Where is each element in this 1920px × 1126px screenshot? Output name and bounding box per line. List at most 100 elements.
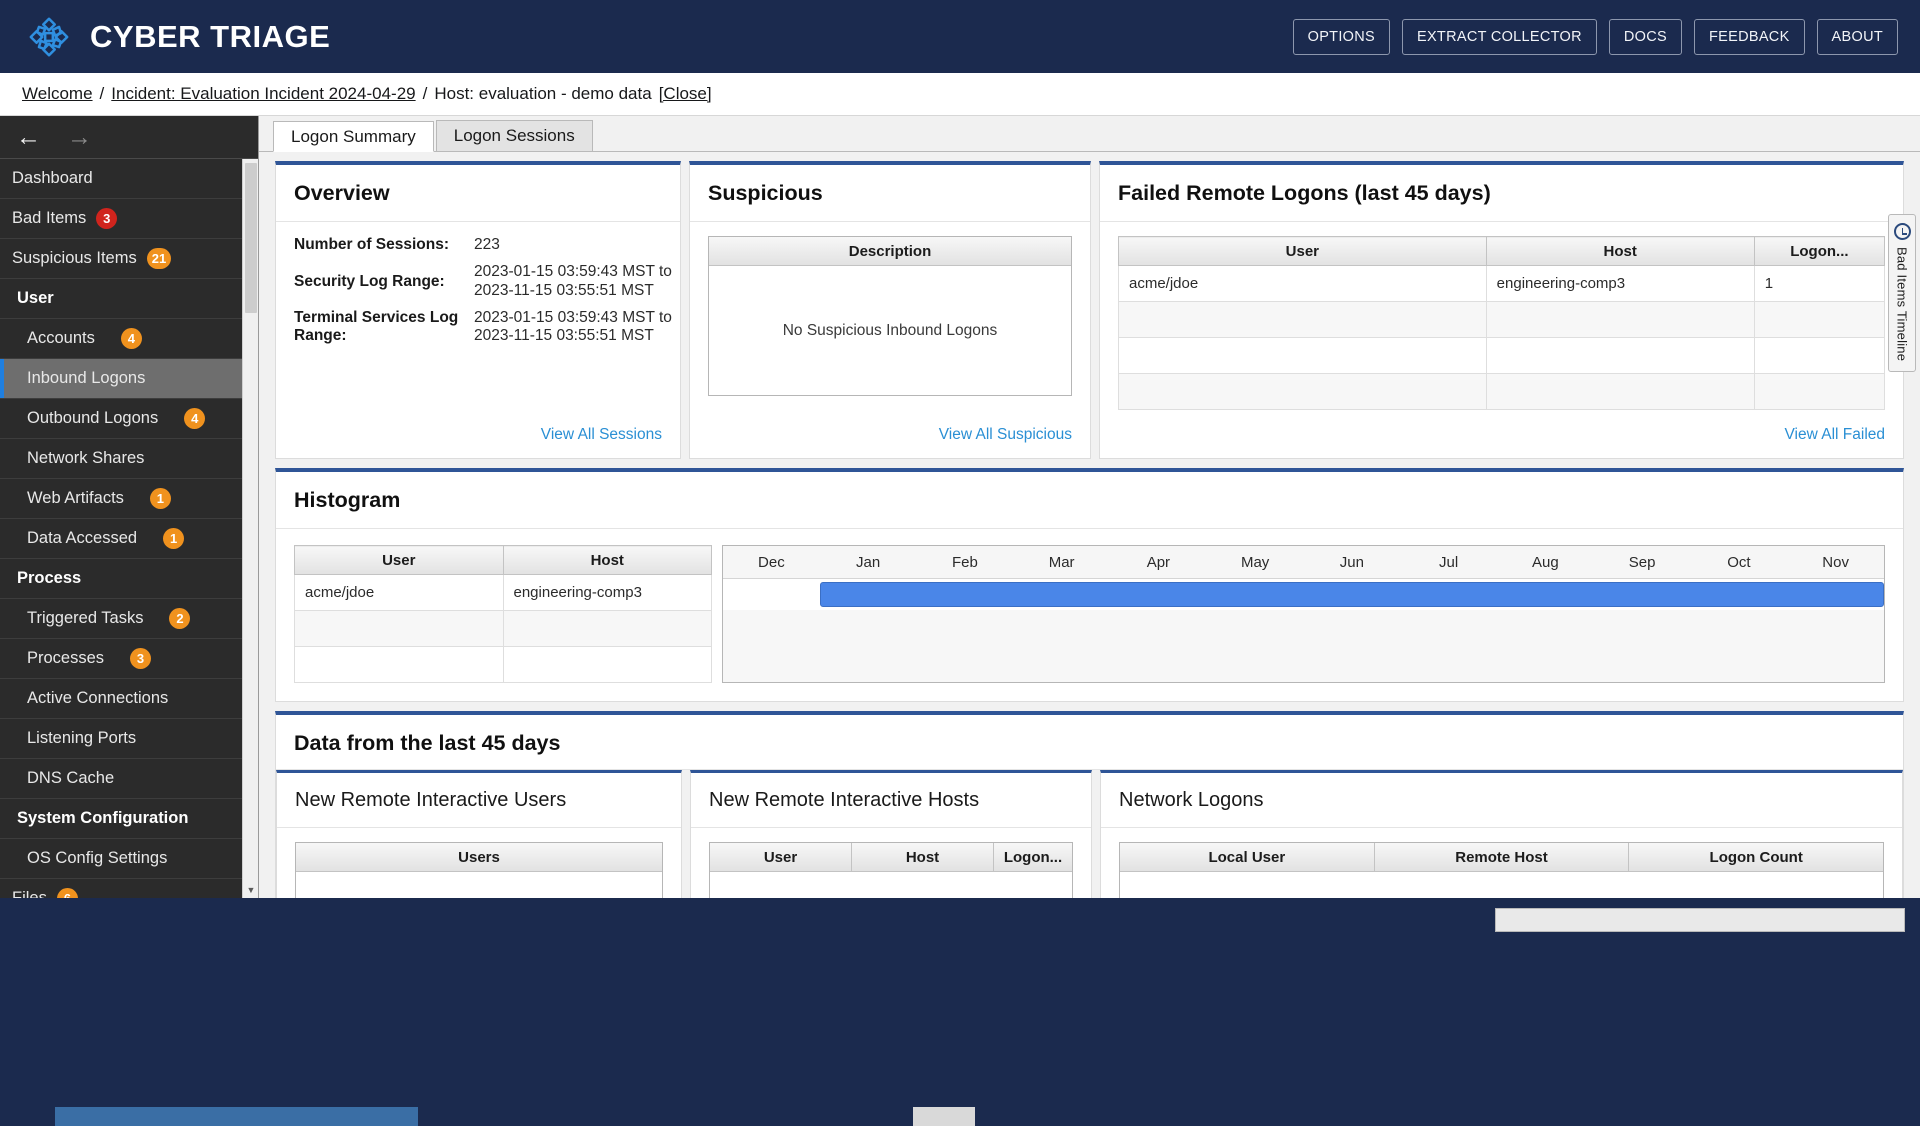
failed-remote-card-header: Failed Remote Logons (last 45 days) — [1100, 165, 1903, 222]
clock-icon — [1893, 223, 1911, 240]
extract-collector-button[interactable]: EXTRACT COLLECTOR — [1401, 18, 1597, 55]
table-cell-empty — [1118, 301, 1487, 338]
network-logons-body: Local User Remote Host Logon Count No In… — [1101, 828, 1902, 898]
table-row-empty — [294, 646, 712, 683]
table-row[interactable]: acme/jdoe engineering-comp3 1 — [1118, 265, 1886, 302]
bottom-input-field[interactable] — [1495, 908, 1905, 932]
sidebar-item-label: Network Shares — [27, 449, 145, 467]
sidebar-item-label: Files — [12, 889, 47, 898]
view-all-failed-link[interactable]: View All Failed — [1784, 426, 1885, 443]
sidebar-scrollbar[interactable]: ▲ ▼ — [242, 159, 258, 898]
taskbar-item-secondary[interactable] — [913, 1107, 975, 1126]
view-all-suspicious-link[interactable]: View All Suspicious — [939, 426, 1072, 443]
view-all-sessions-link[interactable]: View All Sessions — [541, 426, 662, 443]
sidebar-item-dashboard[interactable]: Dashboard — [0, 159, 258, 199]
last45-panels-row: New Remote Interactive Users Users No Ne… — [276, 770, 1903, 898]
sidebar-nav-arrows: ← → — [0, 116, 258, 159]
new-remote-users-card: New Remote Interactive Users Users No Ne… — [276, 770, 682, 898]
table-row-empty — [1118, 301, 1886, 338]
breadcrumb-close-link[interactable]: [Close] — [659, 84, 712, 104]
network-logons-column-remote-host: Remote Host — [1375, 843, 1630, 871]
header-actions: OPTIONS EXTRACT COLLECTOR DOCS FEEDBACK … — [1292, 18, 1898, 55]
sidebar-item-active-connections[interactable]: Active Connections — [0, 679, 258, 719]
column-header[interactable]: Logon... — [1753, 236, 1886, 266]
sidebar-item-label: Accounts — [27, 329, 95, 347]
column-header[interactable]: Host — [1485, 236, 1755, 266]
tab-logon-summary[interactable]: Logon Summary — [273, 121, 434, 152]
sidebar-item-os-config-settings[interactable]: OS Config Settings — [0, 839, 258, 879]
sidebar-item-label: Outbound Logons — [27, 409, 159, 427]
sidebar-item-listening-ports[interactable]: Listening Ports — [0, 719, 258, 759]
failed-remote-table: User Host Logon... acme/jdoe engineering-com… — [1118, 236, 1886, 410]
sidebar-item-accounts[interactable]: Accounts 4 — [0, 319, 258, 359]
column-header[interactable]: User — [294, 545, 504, 575]
about-button[interactable]: ABOUT — [1816, 18, 1898, 55]
failed-remote-title: Failed Remote Logons (last 45 days) — [1118, 181, 1491, 205]
sidebar-scroll-thumb[interactable] — [245, 163, 257, 313]
sidebar-badge-count: 6 — [56, 888, 78, 898]
scroll-down-icon[interactable]: ▼ — [243, 882, 258, 898]
bad-items-timeline-tab[interactable]: Bad Items Timeline — [1888, 214, 1916, 372]
histogram-bar[interactable] — [819, 582, 1884, 607]
cyber-triage-logo-icon — [26, 14, 72, 60]
new-remote-hosts-column-host: Host — [852, 843, 994, 871]
taskbar-item-active[interactable] — [55, 1107, 418, 1126]
table-row[interactable]: acme/jdoe engineering-comp3 — [294, 574, 712, 611]
sidebar-item-user: User — [0, 279, 258, 319]
suspicious-card-header: Suspicious — [690, 165, 1090, 222]
sidebar-item-web-artifacts[interactable]: Web Artifacts 1 — [0, 479, 258, 519]
overview-label-security-log: Security Log Range: — [294, 272, 445, 290]
sidebar-item-processes[interactable]: Processes 3 — [0, 639, 258, 679]
sidebar-item-triggered-tasks[interactable]: Triggered Tasks 2 — [0, 599, 258, 639]
sidebar-item-label: Suspicious Items — [12, 249, 137, 267]
breadcrumb-host: Host: evaluation - demo data — [434, 84, 652, 103]
column-header[interactable]: User — [1118, 236, 1487, 266]
failed-remote-logons-card: Failed Remote Logons (last 45 days) User… — [1099, 161, 1904, 459]
table-cell-empty — [502, 610, 712, 647]
column-header[interactable]: Host — [502, 545, 712, 575]
sidebar-item-label: Inbound Logons — [27, 369, 146, 387]
sidebar-item-label: Dashboard — [12, 169, 93, 187]
sidebar-item-label: Triggered Tasks — [27, 609, 144, 627]
month-label: Apr — [1146, 553, 1171, 571]
sidebar-item-inbound-logons[interactable]: Inbound Logons — [0, 359, 258, 399]
arrow-right-icon[interactable]: → — [67, 124, 92, 150]
last45-card: Data from the last 45 days New Remote In… — [275, 711, 1904, 898]
suspicious-title: Suspicious — [708, 181, 823, 205]
table-cell: acme/jdoe — [1118, 265, 1487, 302]
sidebar-item-network-shares[interactable]: Network Shares — [0, 439, 258, 479]
sidebar-badge-count: 4 — [120, 328, 142, 349]
breadcrumb-incident[interactable]: Incident: Evaluation Incident 2024-04-29 — [111, 84, 415, 104]
sidebar-nav-list: Dashboard Bad Items 3 Suspicious Items 21 Use… — [0, 159, 258, 898]
sidebar-item-suspicious-items[interactable]: Suspicious Items 21 — [0, 239, 258, 279]
sidebar-item-bad-items[interactable]: Bad Items 3 — [0, 199, 258, 239]
month-label: Oct — [1727, 553, 1751, 571]
table-cell: acme/jdoe — [294, 574, 504, 611]
network-logons-title: Network Logons — [1119, 789, 1264, 811]
sidebar-item-label: System Configuration — [17, 809, 189, 827]
options-button[interactable]: OPTIONS — [1292, 18, 1390, 55]
suspicious-empty-message: No Suspicious Inbound Logons — [782, 321, 998, 339]
histogram-bar-track — [723, 579, 1884, 610]
app-title: CYBER TRIAGE — [90, 18, 331, 54]
overview-value-sessions: 223 — [474, 236, 500, 254]
summary-cards-row: Overview Number of Sessions: 223 Securit… — [275, 161, 1904, 459]
docs-button[interactable]: DOCS — [1608, 18, 1682, 55]
app-header: CYBER TRIAGE OPTIONS EXTRACT COLLECTOR D… — [0, 0, 1920, 73]
new-remote-hosts-column-user: User — [710, 843, 852, 871]
sidebar-item-outbound-logons[interactable]: Outbound Logons 4 — [0, 399, 258, 439]
feedback-button[interactable]: FEEDBACK — [1693, 18, 1805, 55]
sidebar-item-data-accessed[interactable]: Data Accessed 1 — [0, 519, 258, 559]
suspicious-column-description: Description — [709, 237, 1071, 266]
sidebar-item-dns-cache[interactable]: DNS Cache — [0, 759, 258, 799]
arrow-left-icon[interactable]: ← — [16, 124, 41, 150]
breadcrumb-welcome[interactable]: Welcome — [22, 84, 93, 104]
overview-sessions-count: 223 — [474, 236, 500, 253]
histogram-content: User Host acme/jdoe engineering-comp3 Dec Ja… — [290, 545, 1889, 695]
tab-logon-sessions[interactable]: Logon Sessions — [435, 120, 593, 151]
suspicious-table: Description No Suspicious Inbound Logons — [708, 236, 1072, 396]
network-logons-table: Local User Remote Host Logon Count No In… — [1119, 842, 1884, 898]
content-scroll-area: Overview Number of Sessions: 223 Securit… — [259, 152, 1920, 898]
sidebar-item-files[interactable]: Files 6 — [0, 879, 258, 898]
main-content: Logon Summary Logon Sessions Overview Nu… — [258, 116, 1920, 898]
